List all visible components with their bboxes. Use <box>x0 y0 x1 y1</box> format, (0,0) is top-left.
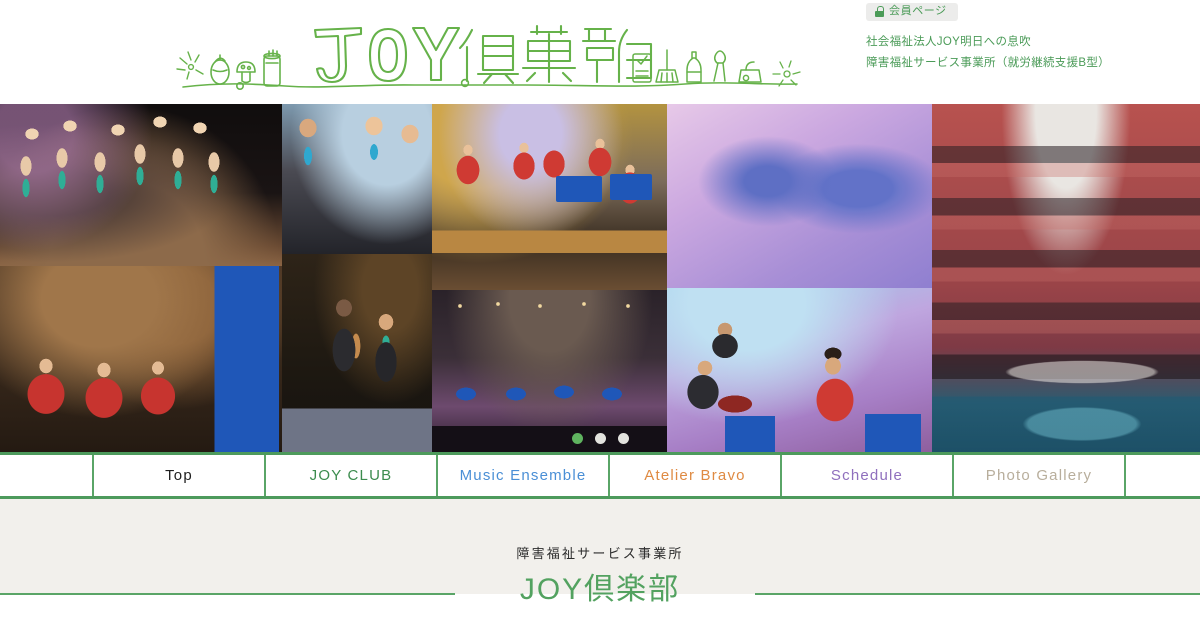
nav-item-label: JOY CLUB <box>309 467 393 484</box>
org-line-2: 障害福祉サービス事業所（就労継続支援B型） <box>866 57 1110 69</box>
carousel-dot-3[interactable] <box>617 433 629 444</box>
hero-carousel[interactable] <box>0 104 1200 452</box>
page-title: JOY倶楽部 <box>519 573 681 606</box>
header-right-block: 会員ページ 社会福祉法人JOY明日への息吹 障害福祉サービス事業所（就労継続支援… <box>866 3 1186 74</box>
audience-and-water <box>932 104 1200 452</box>
nav-right-spacer <box>1126 455 1200 496</box>
photo-collage <box>0 104 1200 452</box>
carousel-image-hall-wide-shot[interactable] <box>432 290 667 452</box>
nav-item-atelier-bravo[interactable]: Atelier Bravo <box>608 455 780 496</box>
member-page-label: 会員ページ <box>889 5 947 17</box>
site-logo[interactable] <box>165 14 815 94</box>
page-root: 会員ページ 社会福祉法人JOY明日への息吹 障害福祉サービス事業所（就労継続支援… <box>0 0 1200 632</box>
nav-item-label: Schedule <box>830 467 904 484</box>
carousel-image-atrium-hall-concert[interactable] <box>932 104 1200 452</box>
nav-item-joy-club[interactable]: JOY CLUB <box>264 455 436 496</box>
nav-item-music-ensemble[interactable]: Music Ensemble <box>436 455 608 496</box>
nav-item-label: Music Ensemble <box>459 467 587 484</box>
joy-club-sign <box>216 378 274 412</box>
figure-group <box>282 254 432 452</box>
nav-item-top[interactable]: Top <box>92 455 264 496</box>
joy-club-sign <box>556 176 602 202</box>
nav-item-label: Photo Gallery <box>985 467 1093 484</box>
carousel-dot-2[interactable] <box>594 433 606 444</box>
stage-lights <box>432 290 667 452</box>
nav-item-photo-gallery[interactable]: Photo Gallery <box>952 455 1126 496</box>
carousel-image-joy-club-band-stage[interactable] <box>432 104 667 290</box>
page-title-band: 障害福祉サービス事業所 JOY倶楽部 <box>0 499 1200 629</box>
carousel-image-joy-letters-backdrop[interactable] <box>667 104 932 288</box>
figure-group <box>282 104 432 254</box>
carousel-image-accordion-players[interactable] <box>667 288 932 452</box>
site-header: 会員ページ 社会福祉法人JOY明日への息吹 障害福祉サービス事業所（就労継続支援… <box>0 0 1200 104</box>
nav-item-label: Atelier Bravo <box>644 467 746 484</box>
member-page-button[interactable]: 会員ページ <box>866 3 958 21</box>
carousel-image-members-with-stand[interactable] <box>282 104 432 254</box>
logo-artwork <box>176 24 801 91</box>
carousel-dots <box>0 433 1200 444</box>
carousel-dot-1[interactable] <box>571 433 583 444</box>
carousel-image-choir-raising-hands[interactable] <box>0 104 282 266</box>
nav-item-label: Top <box>165 467 193 484</box>
main-navigation: Top JOY CLUB Music Ensemble Atelier Brav… <box>0 452 1200 499</box>
carousel-image-percussion-ensemble-red-jackets[interactable] <box>0 266 282 452</box>
nav-left-spacer <box>0 455 92 496</box>
page-subtitle: 障害福祉サービス事業所 <box>516 546 684 561</box>
nav-item-schedule[interactable]: Schedule <box>780 455 952 496</box>
lock-icon <box>875 6 884 17</box>
organization-info: 社会福祉法人JOY明日への息吹 障害福祉サービス事業所（就労継続支援B型） <box>866 32 1186 74</box>
joy-club-sign <box>610 174 652 200</box>
carousel-image-guitar-duo-stage[interactable] <box>282 254 432 452</box>
figure-group <box>0 266 282 452</box>
org-line-1: 社会福祉法人JOY明日への息吹 <box>866 36 1031 48</box>
figure-group <box>0 104 282 266</box>
